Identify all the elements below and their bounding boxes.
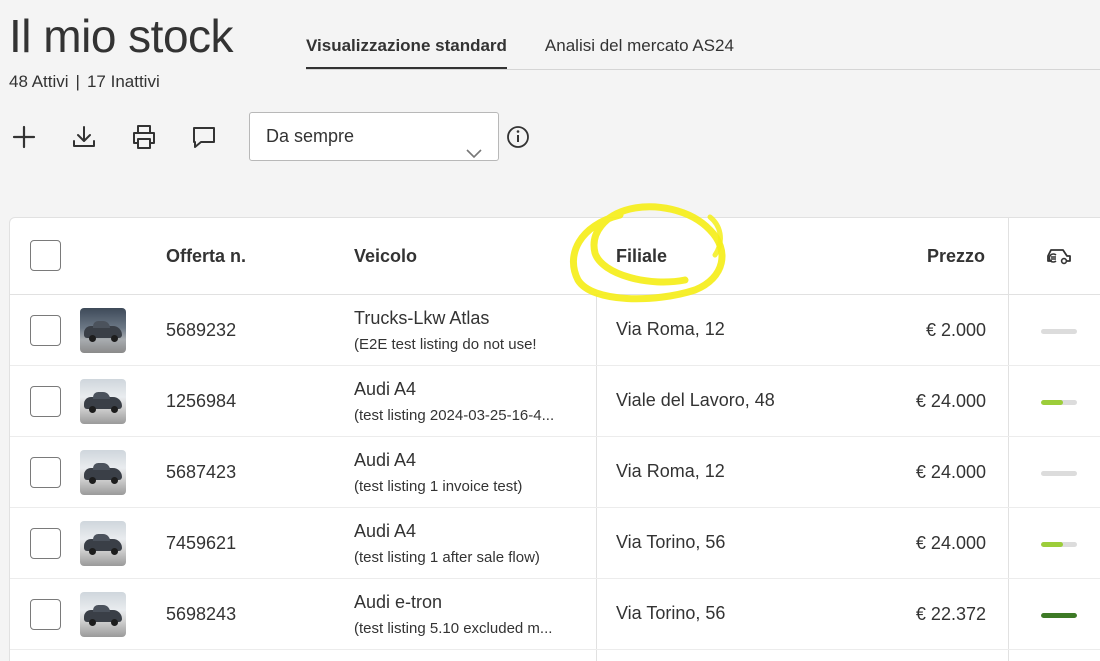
row-checkbox[interactable]: [30, 386, 61, 417]
branch-name: Via Roma, 12: [616, 319, 725, 339]
vehicle-name[interactable]: Audi A4: [354, 379, 416, 400]
tab-market-analysis[interactable]: Analisi del mercato AS24: [545, 30, 734, 70]
table-row[interactable]: 7459621 Audi A4 (test listing 1 after sale…: [10, 508, 1100, 579]
vehicle-description: (test listing 2024-03-25-16-4...: [354, 407, 555, 424]
header-branch[interactable]: Filiale: [616, 246, 667, 267]
offer-number[interactable]: 5689232: [166, 320, 236, 341]
comment-icon[interactable]: [189, 120, 219, 154]
quality-bar-fill: [1041, 400, 1063, 405]
branch-name: Via Torino, 56: [616, 603, 726, 623]
tab-standard-view[interactable]: Visualizzazione standard: [306, 30, 507, 70]
offer-number[interactable]: 1256984: [166, 391, 236, 412]
view-tabs: Visualizzazione standard Analisi del mer…: [306, 30, 772, 70]
offer-number[interactable]: 5687423: [166, 462, 236, 483]
row-checkbox[interactable]: [30, 528, 61, 559]
header-offer[interactable]: Offerta n.: [166, 246, 246, 267]
vehicle-thumbnail[interactable]: [80, 450, 126, 495]
table-row[interactable]: 1256984 Audi A4 (test listing 2024-03-25-1…: [10, 366, 1100, 437]
quality-bar-fill: [1041, 613, 1077, 618]
quality-bar: [1041, 471, 1077, 476]
offer-number[interactable]: 7459621: [166, 533, 236, 554]
quality-bar-fill: [1041, 542, 1063, 547]
branch-name: Via Torino, 56: [616, 532, 726, 552]
car-euro-icon[interactable]: [1044, 244, 1074, 273]
download-icon[interactable]: [69, 120, 99, 154]
vehicle-description: (E2E test listing do not use!: [354, 336, 537, 353]
stock-stats: 48 Attivi | 17 Inattivi: [9, 72, 160, 92]
header-vehicle[interactable]: Veicolo: [354, 246, 417, 267]
vehicle-thumbnail[interactable]: [80, 592, 126, 637]
vehicle-thumbnail[interactable]: [80, 308, 126, 353]
vehicle-name[interactable]: Trucks-Lkw Atlas: [354, 308, 489, 329]
row-checkbox[interactable]: [30, 315, 61, 346]
table-row[interactable]: 5687423 Audi A4 (test listing 1 invoice te…: [10, 437, 1100, 508]
active-count: 48 Attivi: [9, 72, 69, 91]
vehicle-thumbnail[interactable]: [80, 379, 126, 424]
info-icon[interactable]: [505, 124, 531, 150]
stock-table: Offerta n. Veicolo Filiale Prezzo 568923…: [9, 217, 1100, 661]
row-checkbox[interactable]: [30, 457, 61, 488]
price: € 2.000: [925, 320, 986, 340]
page-title: Il mio stock: [9, 10, 234, 62]
stats-separator: |: [75, 72, 80, 91]
date-filter-select[interactable]: Da sempre: [249, 112, 499, 161]
price: € 24.000: [915, 462, 986, 482]
branch-name: Viale del Lavoro, 48: [616, 390, 775, 410]
table-header: Offerta n. Veicolo Filiale Prezzo: [10, 218, 1100, 295]
select-all-checkbox[interactable]: [30, 240, 61, 271]
date-filter-value: Da sempre: [266, 126, 355, 146]
vehicle-name[interactable]: Audi e-tron: [354, 592, 442, 613]
price: € 24.000: [915, 533, 986, 553]
row-checkbox[interactable]: [30, 599, 61, 630]
offer-number[interactable]: 5698243: [166, 604, 236, 625]
table-row[interactable]: 5689232 Trucks-Lkw Atlas (E2E test listing…: [10, 295, 1100, 366]
chevron-down-icon: [466, 130, 482, 177]
plus-icon[interactable]: [9, 120, 39, 154]
price: € 22.372: [915, 604, 986, 624]
vehicle-name[interactable]: Audi A4: [354, 521, 416, 542]
inactive-count: 17 Inattivi: [86, 72, 160, 91]
header-price[interactable]: Prezzo: [927, 246, 985, 267]
vehicle-thumbnail[interactable]: [80, 521, 126, 566]
vehicle-name[interactable]: Audi A4: [354, 450, 416, 471]
quality-bar: [1041, 613, 1077, 618]
tabs-divider: [306, 69, 1100, 70]
quality-bar: [1041, 329, 1077, 334]
vehicle-description: (test listing 5.10 excluded m...: [354, 620, 553, 637]
price: € 24.000: [915, 391, 986, 411]
quality-bar: [1041, 542, 1077, 547]
vehicle-description: (test listing 1 after sale flow): [354, 549, 540, 566]
table-row[interactable]: 5698243 Audi e-tron (test listing 5.10 exc…: [10, 579, 1100, 650]
branch-name: Via Roma, 12: [616, 461, 725, 481]
quality-bar: [1041, 400, 1077, 405]
vehicle-description: (test listing 1 invoice test): [354, 478, 523, 495]
print-icon[interactable]: [129, 120, 159, 154]
